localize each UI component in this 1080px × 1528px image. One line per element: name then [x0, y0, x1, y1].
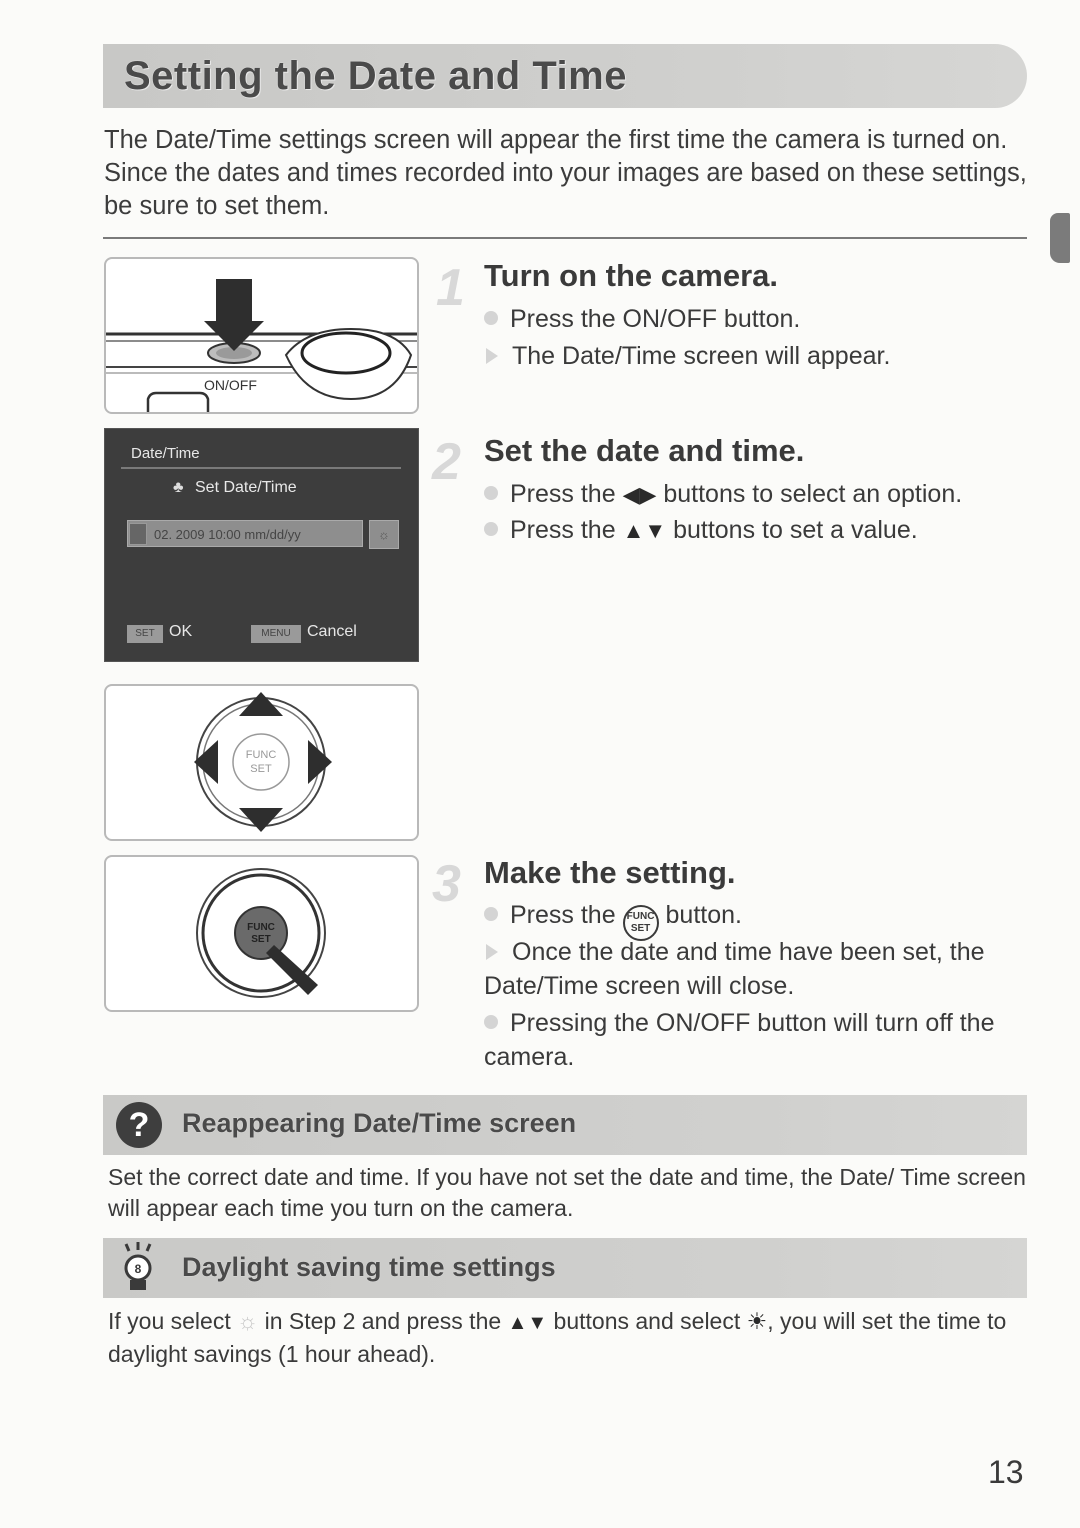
step-2-line-1: Press the ◀▶ buttons to select an option… [484, 477, 962, 512]
section-divider [103, 237, 1027, 239]
controller-arrows-illustration: FUNC SET [104, 684, 419, 841]
step-2-title: Set the date and time. [484, 433, 805, 468]
svg-text:FUNC: FUNC [246, 749, 277, 761]
step-3-line-3: Pressing the ON/OFF button will turn off… [484, 1009, 995, 1071]
lcd-date-field: 02. 2009 10:00 mm/dd/yy [127, 520, 363, 547]
lightbulb-icon: 8 [124, 1242, 152, 1290]
lcd-title: Date/Time [131, 445, 200, 462]
onoff-label: ON/OFF [204, 377, 257, 393]
camera-top-drawing [106, 279, 417, 412]
up-down-arrows-icon: ▲▼ [622, 518, 667, 543]
svg-text:8: 8 [135, 1262, 142, 1276]
bullet-icon [484, 522, 498, 536]
lcd-set-button: SET [127, 625, 163, 643]
step-3-line-2: Once the date and time have been set, th… [484, 938, 985, 1000]
onoff-illustration: ON/OFF [104, 257, 419, 414]
step-3-title: Make the setting. [484, 855, 736, 890]
dst-off-icon: ☼ [237, 1308, 259, 1334]
step-number-3: 3 [432, 855, 461, 913]
dst-on-icon: ☀ [746, 1308, 768, 1334]
side-tab-marker [1050, 213, 1070, 263]
home-icon: ♣ [173, 479, 184, 496]
page-number: 13 [988, 1454, 1024, 1490]
shutter-button-shape [146, 391, 210, 412]
dst-icon: ☼ [369, 520, 399, 549]
bullet-icon [484, 907, 498, 921]
step-1-title: Turn on the camera. [484, 258, 778, 293]
step-number-1: 1 [436, 259, 465, 317]
lcd-ok-label: OK [169, 623, 193, 640]
callout-daylight-body: If you select ☼ in Step 2 and press the … [108, 1308, 1007, 1367]
callout-daylight-title: Daylight saving time settings [182, 1252, 556, 1282]
callout-reappearing-title: Reappearing Date/Time screen [182, 1108, 577, 1138]
bullet-icon [484, 311, 498, 325]
callout-reappearing-body: Set the correct date and time. If you ha… [108, 1164, 1026, 1221]
lcd-subtitle: Set Date/Time [195, 479, 297, 496]
step-number-2: 2 [432, 433, 461, 491]
step-1-line-2: The Date/Time screen will appear. [484, 339, 890, 373]
lcd-cancel-label: Cancel [307, 623, 357, 640]
date-time-lcd-screen: Date/Time ♣ Set Date/Time 02. 2009 10:00… [104, 428, 419, 662]
step-1-line-1: Press the ON/OFF button. [484, 302, 800, 336]
result-arrow-icon [486, 348, 498, 364]
step-2-line-2: Press the ▲▼ buttons to set a value. [484, 513, 918, 548]
calendar-icon [129, 523, 147, 545]
left-right-arrows-icon: ◀▶ [622, 482, 657, 507]
page-title: Setting the Date and Time [124, 54, 627, 98]
question-icon: ? [116, 1102, 162, 1148]
func-set-illustration: FUNC SET [104, 855, 419, 1012]
svg-text:FUNC: FUNC [247, 922, 275, 933]
result-arrow-icon [486, 944, 498, 960]
bullet-icon [484, 1015, 498, 1029]
bullet-icon [484, 486, 498, 500]
up-down-arrows-icon: ▲▼ [507, 1312, 548, 1334]
svg-text:SET: SET [251, 934, 270, 945]
controller-drawing: FUNC SET [194, 692, 332, 832]
intro-paragraph: The Date/Time settings screen will appea… [104, 126, 1027, 220]
lcd-menu-button: MENU [251, 625, 301, 643]
lcd-divider [121, 467, 401, 469]
press-arrow-icon [204, 279, 264, 351]
func-set-drawing: FUNC SET [196, 868, 326, 998]
svg-text:SET: SET [250, 763, 272, 775]
